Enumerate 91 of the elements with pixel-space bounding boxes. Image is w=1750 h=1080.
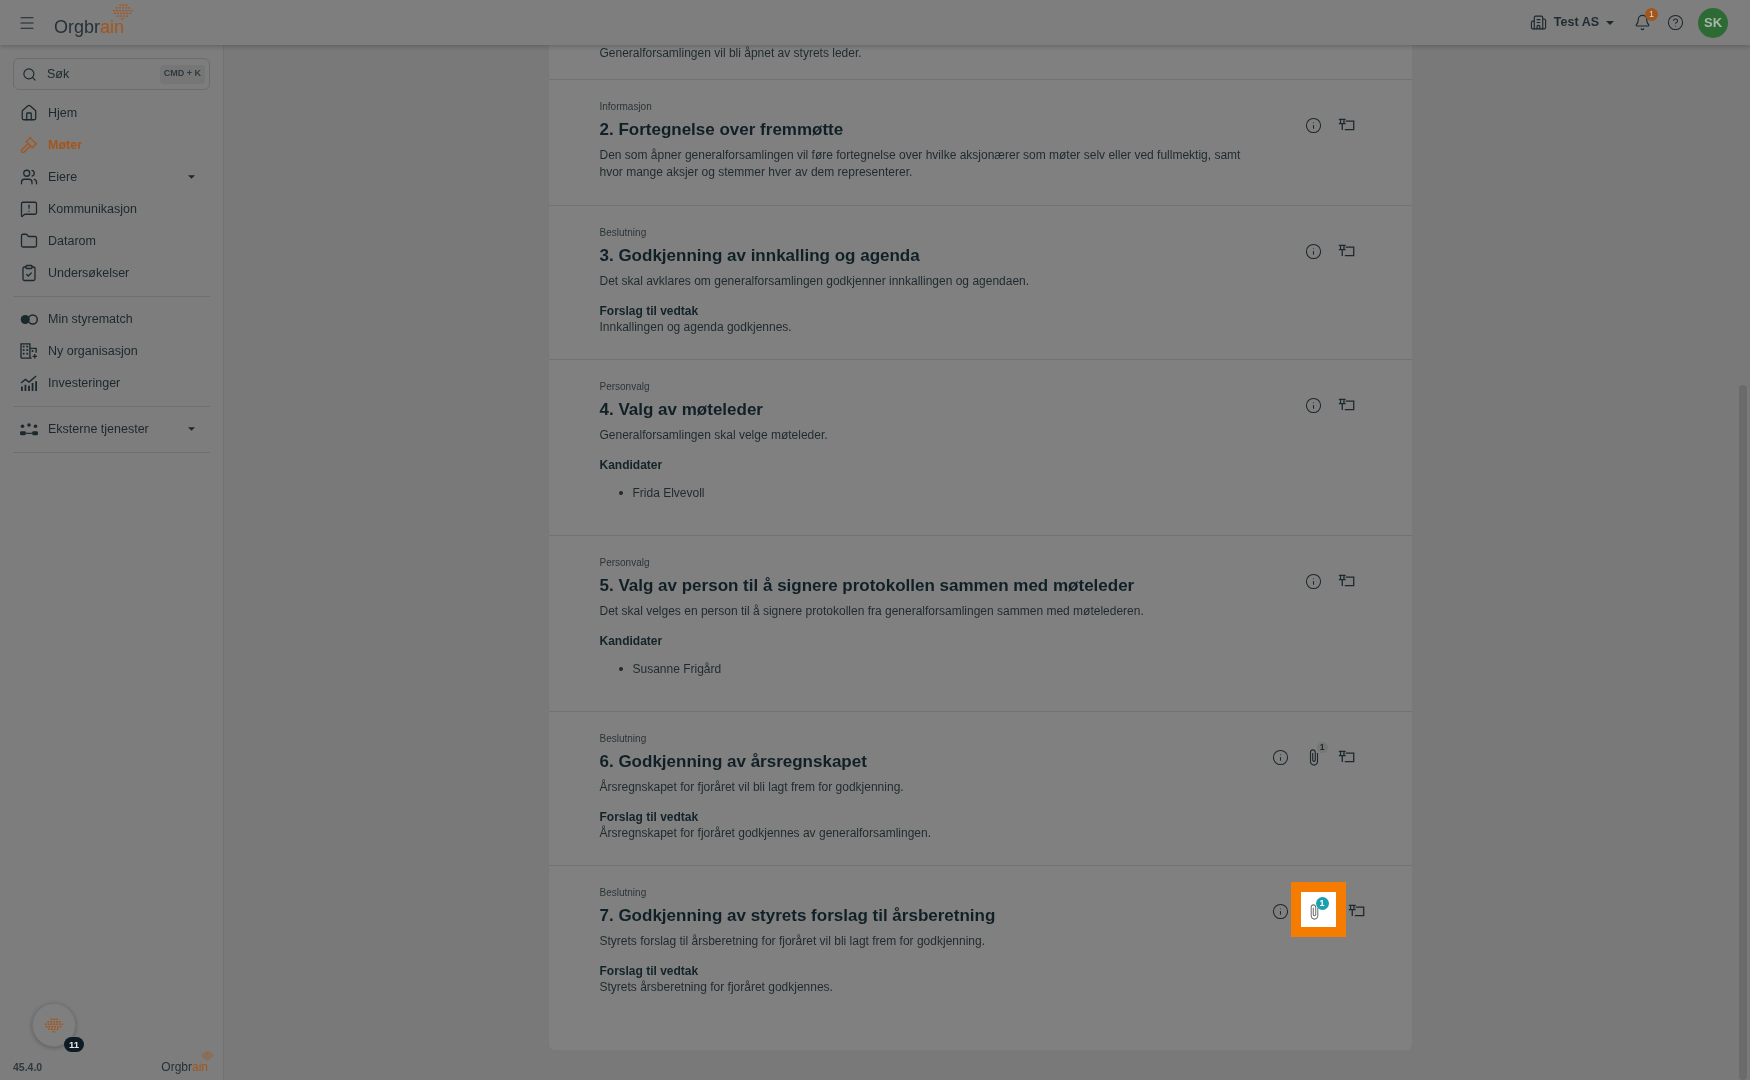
item-description: Årsregnskapet for fjoråret vil bli lagt frem for godkjenning. <box>599 779 905 796</box>
shortcut-hint: CMD + K <box>159 64 205 84</box>
brain-icon <box>112 3 134 21</box>
info-icon <box>1272 748 1289 766</box>
count-badge: 1 <box>1315 896 1329 910</box>
agenda-item-title: 7. Godkjenning av styrets forslag til årsberetning <box>599 905 997 927</box>
paperclip-icon <box>1308 748 1319 766</box>
item-type-label: Beslutning <box>599 226 648 240</box>
section-heading: Forslag til vedtak <box>599 809 700 825</box>
item-type-label: Personvalg <box>599 380 651 394</box>
building-icon <box>20 343 38 359</box>
count-badge: 1 <box>1316 741 1328 753</box>
help-icon <box>1666 14 1684 31</box>
item-description: Den som åpner generalforsamlingen vil føre fortegnelse over hvilke aksjonærer som møter selv eller ved fullmektig, samt hvor mange aksjer og stemmer hver av dem representerer. <box>599 147 1242 181</box>
pin-icon <box>1338 398 1355 412</box>
item-description: Det skal velges en person til å signere protokollen fra generalforsamlingen sammen med møtelederen. <box>599 603 1145 620</box>
home-icon <box>20 104 38 122</box>
clipboard-check-icon <box>20 264 38 282</box>
pin-icon <box>1348 904 1365 918</box>
sidebar-item[interactable]: Ny organisasjon <box>13 335 210 367</box>
logo-wordmark: Orgbrain <box>161 1060 208 1074</box>
info-icon <box>1305 116 1322 134</box>
brain-icon <box>44 1017 64 1033</box>
bullet-icon <box>618 491 623 495</box>
circles-icon <box>20 313 38 325</box>
sidebar-item[interactable]: Eksterne tjenester <box>13 413 210 445</box>
folder-icon <box>20 232 38 250</box>
item-description: Generalforsamlingen vil bli åpnet av styrets leder. <box>599 45 863 62</box>
organization-switcher[interactable]: Test AS <box>1529 8 1614 37</box>
sidebar-item[interactable]: Min styrematch <box>13 303 210 335</box>
item-description: Generalforsamlingen skal velge møteleder. <box>599 427 829 444</box>
notification-count: 1 <box>1645 7 1658 21</box>
info-button[interactable] <box>1303 115 1324 135</box>
candidate-name: Frida Elvevoll <box>632 485 705 501</box>
search-icon <box>22 66 37 82</box>
pin-icon <box>1338 750 1355 764</box>
message-alert-icon <box>20 200 38 218</box>
user-avatar[interactable]: SK <box>1698 7 1728 38</box>
sidebar-item[interactable]: Investeringer <box>13 367 210 399</box>
attachment-button[interactable]: 1 <box>1290 882 1346 937</box>
pin-icon <box>1338 574 1355 588</box>
caret-icon <box>1606 20 1614 25</box>
info-button[interactable] <box>1303 395 1324 415</box>
count-badge: 11 <box>63 1037 84 1052</box>
info-button[interactable] <box>1270 901 1291 921</box>
sidebar-item[interactable]: Kommunikasjon <box>13 193 210 225</box>
info-button[interactable] <box>1303 571 1324 591</box>
brain-icon <box>201 1051 214 1061</box>
proposal-text: Årsregnskapet for fjoråret godkjennes av generalforsamlingen. <box>599 825 933 841</box>
info-icon <box>1305 242 1322 260</box>
pin-icon <box>1338 244 1355 258</box>
users-icon <box>20 168 38 186</box>
sidebar-item[interactable]: Undersøkelser <box>13 257 210 289</box>
item-type-label: Informasjon <box>599 100 653 114</box>
agenda-item-title: 5. Valg av person til å signere protokollen sammen med møteleder <box>599 575 1136 597</box>
agenda-item-title: 2. Fortegnelse over fremmøtte <box>599 119 845 141</box>
item-type-label: Beslutning <box>599 886 648 900</box>
agenda-item-title: 6. Godkjenning av årsregnskapet <box>599 751 868 773</box>
bar-chart-icon <box>20 375 38 391</box>
info-button[interactable] <box>1303 241 1324 261</box>
logo-wordmark: Orgbrain <box>54 16 125 39</box>
candidate-name: Susanne Frigård <box>632 661 722 677</box>
network-icon <box>20 422 38 436</box>
agenda-item-title: 3. Godkjenning av innkalling og agenda <box>599 245 921 267</box>
search-field[interactable]: Søk CMD + K <box>13 58 210 90</box>
section-heading: Forslag til vedtak <box>599 963 700 979</box>
version-label: 45.4.0 <box>13 1060 43 1074</box>
agenda-item-title: 4. Valg av møteleder <box>599 399 764 421</box>
sidebar-item[interactable]: Eiere <box>13 161 210 193</box>
gavel-icon <box>20 136 38 154</box>
search-input[interactable]: Søk <box>47 64 160 84</box>
item-type-label: Beslutning <box>599 732 648 746</box>
proposal-text: Styrets årsberetning for fjoråret godkjennes. <box>599 979 834 995</box>
proposal-text: Innkallingen og agenda godkjennes. <box>599 319 793 335</box>
paperclip-icon <box>1309 903 1319 920</box>
info-button[interactable] <box>1270 747 1291 767</box>
section-heading: Kandidater <box>599 457 664 473</box>
section-heading: Kandidater <box>599 633 664 649</box>
item-description: Det skal avklares om generalforsamlingen godkjenner innkallingen og agendaen. <box>599 273 1031 290</box>
sidebar-item[interactable]: Hjem <box>13 97 210 129</box>
building-icon <box>1529 14 1547 31</box>
pin-icon <box>1338 118 1355 132</box>
bullet-icon <box>618 667 623 671</box>
section-heading: Forslag til vedtak <box>599 303 700 319</box>
item-type-label: Personvalg <box>599 556 651 570</box>
item-description: Styrets forslag til årsberetning for fjoråret vil bli lagt frem for godkjenning. <box>599 933 986 950</box>
sidebar-item[interactable]: Datarom <box>13 225 210 257</box>
info-icon <box>1272 902 1289 920</box>
info-icon <box>1305 396 1322 414</box>
bell-icon <box>1633 14 1651 31</box>
info-icon <box>1305 572 1322 590</box>
